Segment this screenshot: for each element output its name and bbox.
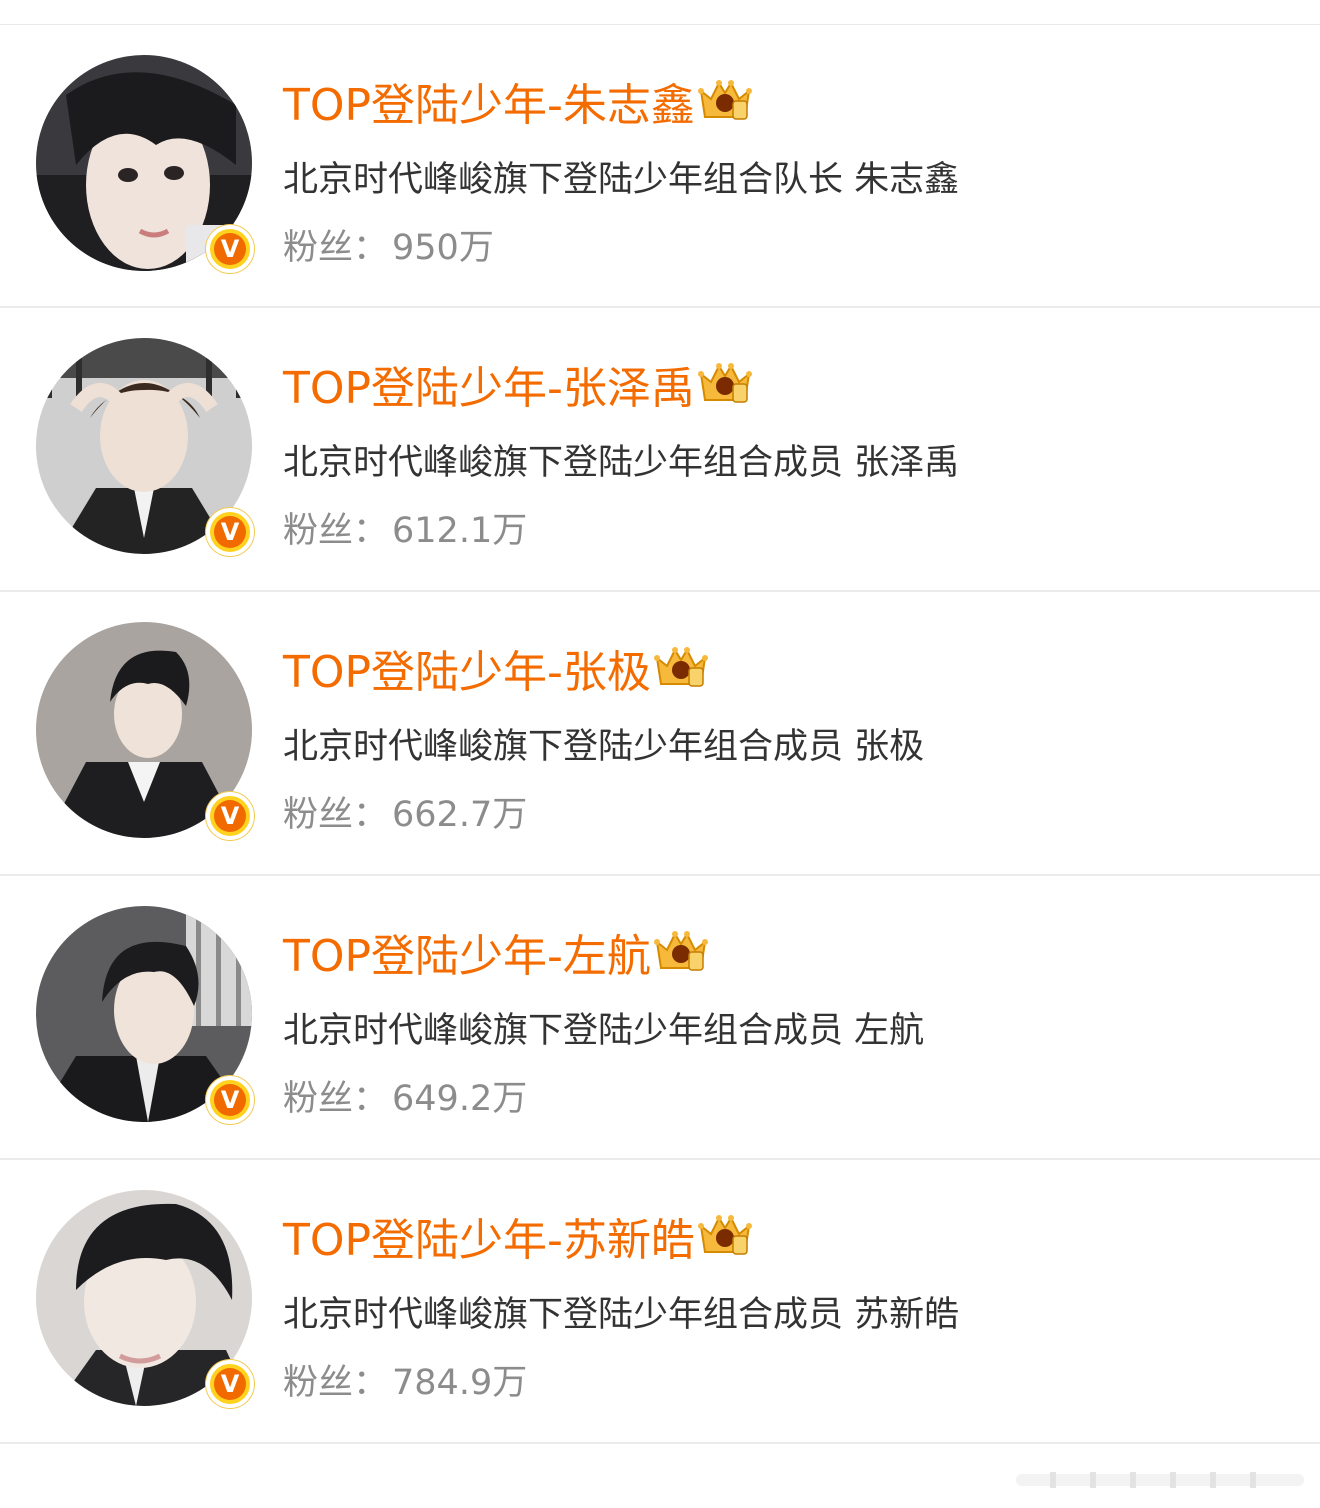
user-description: 北京时代峰峻旗下登陆少年组合队长 朱志鑫 [283,160,960,200]
fans-info: 粉丝： 662.7万 [283,786,527,837]
fans-info: 粉丝： 784.9万 [283,1354,527,1405]
name-line: TOP登陆少年-朱志鑫 [283,73,753,131]
user-card[interactable]: V TOP登陆少年-朱志鑫 北京时代峰峻旗下登陆少年组合队长 朱志鑫 粉丝： 95… [0,25,1320,308]
verified-badge-icon: V [206,1360,254,1408]
user-name[interactable]: TOP登陆少年-苏新皓 [283,1204,695,1268]
user-name[interactable]: TOP登陆少年-张极 [283,636,651,700]
crown-member-icon [697,1215,752,1255]
avatar-container[interactable]: V [36,338,254,556]
avatar-container[interactable]: V [36,55,254,273]
verified-badge-icon: V [206,225,254,273]
name-line: TOP登陆少年-张极 [283,640,709,698]
verified-badge-icon: V [206,1076,254,1124]
verified-badge-icon: V [206,508,254,556]
watermark-icon [1016,1472,1304,1488]
fans-count: 950万 [392,228,494,268]
user-list: V TOP登陆少年-朱志鑫 北京时代峰峻旗下登陆少年组合队长 朱志鑫 粉丝： 95… [0,25,1320,1444]
fans-count: 784.9万 [392,1363,528,1403]
fans-label: 粉丝： [283,511,389,551]
user-name[interactable]: TOP登陆少年-朱志鑫 [283,69,695,133]
fans-info: 粉丝： 612.1万 [283,502,527,553]
fans-info: 粉丝： 649.2万 [283,1070,527,1121]
name-line: TOP登陆少年-张泽禹 [283,356,753,414]
fans-info: 粉丝： 950万 [283,219,494,270]
fans-count: 649.2万 [392,1079,528,1119]
user-card[interactable]: V TOP登陆少年-张极 北京时代峰峻旗下登陆少年组合成员 张极 粉丝： 662.… [0,592,1320,876]
avatar-container[interactable]: V [36,906,254,1124]
user-name[interactable]: TOP登陆少年-张泽禹 [283,352,695,416]
fans-label: 粉丝： [283,795,389,835]
fans-label: 粉丝： [283,1079,389,1119]
user-name[interactable]: TOP登陆少年-左航 [283,920,651,984]
name-line: TOP登陆少年-苏新皓 [283,1208,753,1266]
user-description: 北京时代峰峻旗下登陆少年组合成员 左航 [283,1011,925,1051]
avatar-container[interactable]: V [36,1190,254,1408]
verified-badge-icon: V [206,792,254,840]
fans-count: 662.7万 [392,795,528,835]
user-description: 北京时代峰峻旗下登陆少年组合成员 苏新皓 [283,1295,960,1335]
user-description: 北京时代峰峻旗下登陆少年组合成员 张泽禹 [283,443,960,483]
fans-count: 612.1万 [392,511,528,551]
crown-member-icon [653,647,708,687]
user-card[interactable]: V TOP登陆少年-苏新皓 北京时代峰峻旗下登陆少年组合成员 苏新皓 粉丝： 78… [0,1160,1320,1444]
crown-member-icon [697,80,752,120]
crown-member-icon [697,363,752,403]
user-description: 北京时代峰峻旗下登陆少年组合成员 张极 [283,727,925,767]
crown-member-icon [653,931,708,971]
fans-label: 粉丝： [283,228,389,268]
user-card[interactable]: V TOP登陆少年-张泽禹 北京时代峰峻旗下登陆少年组合成员 张泽禹 粉丝： 61… [0,308,1320,592]
fans-label: 粉丝： [283,1363,389,1403]
name-line: TOP登陆少年-左航 [283,924,709,982]
avatar-container[interactable]: V [36,622,254,840]
user-card[interactable]: V TOP登陆少年-左航 北京时代峰峻旗下登陆少年组合成员 左航 粉丝： 649.… [0,876,1320,1160]
